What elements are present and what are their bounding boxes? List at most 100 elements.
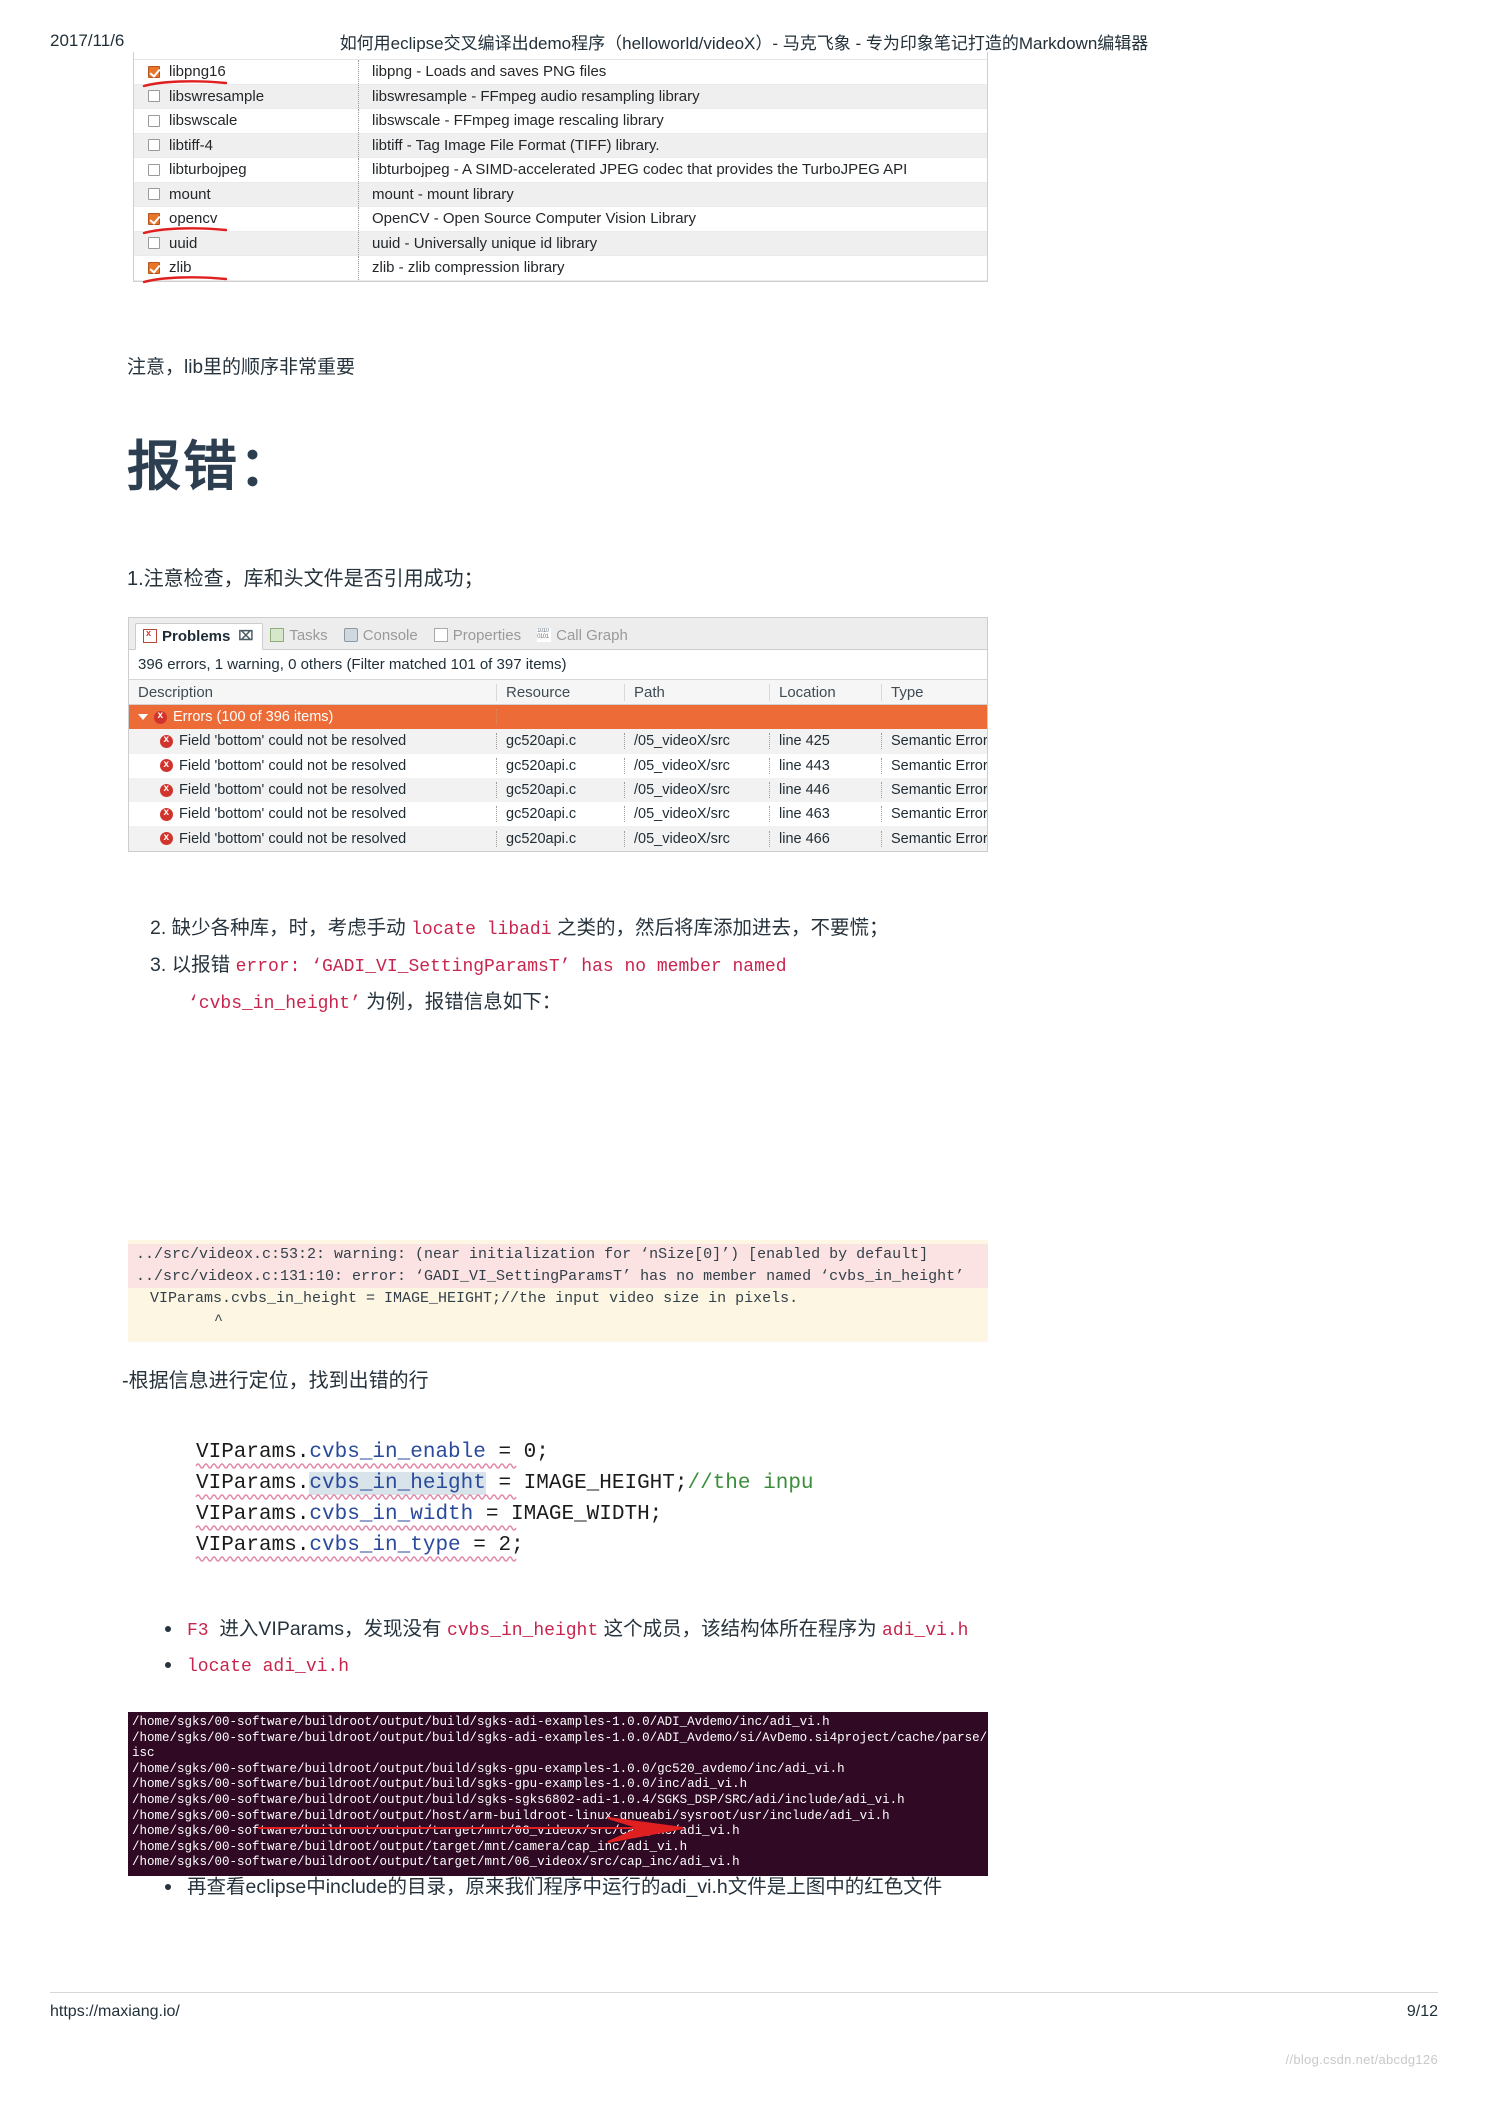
- column-header-description[interactable]: Description: [129, 683, 497, 701]
- column-header-resource[interactable]: Resource: [497, 683, 625, 701]
- problems-group-row[interactable]: Errors (100 of 396 items): [129, 705, 987, 730]
- table-clipped-row: [134, 52, 987, 60]
- problems-table-row[interactable]: Field 'bottom' could not be resolved gc52…: [129, 753, 987, 778]
- checkbox-checked-icon[interactable]: [148, 261, 160, 274]
- library-name-label: libtiff-4: [169, 136, 213, 154]
- code-line: VIParams.cvbs_in_enable = 0;: [195, 1437, 814, 1469]
- compiler-error-block: ../src/videox.c:53:2: warning: (near ini…: [128, 1240, 988, 1342]
- ordered-notes-list: 2. 缺少各种库，时，考虑手动 locate libadi 之类的，然后将库添加…: [150, 912, 1150, 1021]
- problem-resource-cell: gc520api.c: [497, 806, 625, 823]
- problem-path-cell: /05_videoX/src: [625, 806, 770, 823]
- problems-table-row[interactable]: Field 'bottom' could not be resolved gc52…: [129, 729, 987, 754]
- code-object-ref: VIParams.: [196, 1472, 310, 1495]
- library-row[interactable]: zlib zlib - zlib compression library: [134, 256, 987, 283]
- library-name-label: libswscale: [169, 112, 238, 130]
- library-row[interactable]: libturbojpeg libturbojpeg - A SIMD-accele…: [134, 158, 987, 183]
- problems-table-row[interactable]: Field 'bottom' could not be resolved gc52…: [129, 802, 987, 827]
- checkbox-icon[interactable]: [148, 139, 160, 152]
- tab-problems[interactable]: Problems ⌧: [135, 623, 264, 650]
- bullet-locate-code: locate adi_vi.h: [187, 1657, 350, 1677]
- bullet-item-include-dir: 再查看eclipse中include的目录，原来我们程序中运行的adi_vi.h…: [155, 1870, 942, 1899]
- problem-description-cell: Field 'bottom' could not be resolved: [129, 733, 497, 750]
- problem-location-cell: line 446: [770, 782, 882, 799]
- problem-description-cell: Field 'bottom' could not be resolved: [129, 757, 497, 774]
- code-object-ref: VIParams.: [196, 1534, 310, 1557]
- library-row[interactable]: libswscale libswscale - FFmpeg image resc…: [134, 109, 987, 134]
- column-header-path[interactable]: Path: [625, 683, 770, 701]
- code-line: VIParams.cvbs_in_width = IMAGE_WIDTH;: [195, 1499, 814, 1531]
- tab-console[interactable]: Console: [337, 622, 427, 649]
- tab-properties[interactable]: Properties: [427, 622, 530, 649]
- library-row[interactable]: uuid uuid - Universally unique id library: [134, 231, 987, 256]
- library-name-label: uuid: [169, 234, 198, 252]
- problems-table-row[interactable]: Field 'bottom' could not be resolved gc52…: [129, 826, 987, 851]
- checkbox-checked-icon[interactable]: [148, 212, 160, 225]
- problem-type-cell: Semantic Error: [891, 733, 987, 750]
- problem-description-cell: Field 'bottom' could not be resolved: [129, 782, 497, 799]
- list-item-3-text-a: 3. 以报错: [150, 954, 236, 976]
- problem-path-cell: /05_videoX/src: [625, 830, 770, 847]
- problem-type-cell: Semantic Error: [891, 830, 987, 847]
- error-icon: [160, 733, 173, 748]
- problem-resource-cell: gc520api.c: [497, 733, 625, 750]
- checkbox-icon[interactable]: [148, 114, 160, 127]
- library-name-cell: uuid: [134, 231, 359, 255]
- library-row[interactable]: libpng16 libpng - Loads and saves PNG fil…: [134, 60, 987, 87]
- terminal-line: /home/sgks/00-software/buildroot/output/…: [132, 1715, 830, 1729]
- compiler-source-line: VIParams.cvbs_in_height = IMAGE_HEIGHT;/…: [150, 1290, 799, 1307]
- library-description-cell: mount - mount library: [372, 185, 514, 203]
- paragraph-locate-line: -根据信息进行定位，找到出错的行: [122, 1370, 429, 1392]
- footer-divider: [50, 1992, 1438, 1993]
- library-name-label: libpng16: [169, 63, 226, 81]
- list-item-3-code-2: ‘cvbs_in_height’: [188, 994, 361, 1014]
- tasks-icon: [270, 628, 285, 642]
- close-icon[interactable]: ⌧: [238, 628, 253, 644]
- chevron-down-icon[interactable]: [138, 714, 148, 721]
- library-name-label: libturbojpeg: [169, 161, 247, 179]
- problem-resource-cell: gc520api.c: [497, 782, 625, 799]
- source-code-screenshot: VIParams.cvbs_in_enable = 0; VIParams.cvb…: [195, 1437, 814, 1562]
- library-name-cell: opencv: [134, 207, 359, 234]
- library-row[interactable]: libtiff-4 libtiff - Tag Image File Format…: [134, 133, 987, 158]
- column-header-type[interactable]: Type: [882, 684, 987, 701]
- tab-label: Problems: [162, 627, 231, 645]
- library-name-cell: libtiff-4: [134, 133, 359, 157]
- library-row[interactable]: libswresample libswresample - FFmpeg audi…: [134, 84, 987, 109]
- page-footer: https://maxiang.io/ 9/12: [0, 2003, 1488, 2027]
- checkbox-icon[interactable]: [148, 188, 160, 201]
- code-object-ref: VIParams.: [196, 1503, 310, 1526]
- problems-tab-bar: Problems ⌧ Tasks Console Properties 1010 0101…: [129, 618, 987, 650]
- problem-resource-cell: gc520api.c: [497, 830, 625, 847]
- problem-location-cell: line 425: [770, 733, 882, 750]
- error-icon: [160, 806, 173, 821]
- footer-url[interactable]: https://maxiang.io/: [50, 2003, 180, 2021]
- problems-table-row[interactable]: Field 'bottom' could not be resolved gc52…: [129, 777, 987, 803]
- column-header-location[interactable]: Location: [770, 683, 882, 701]
- tab-label: Properties: [452, 626, 522, 644]
- problem-description-cell: Field 'bottom' could not be resolved: [129, 806, 497, 823]
- terminal-line: /home/sgks/00-software/buildroot/output/…: [132, 1792, 905, 1807]
- library-name-cell: libturbojpeg: [134, 158, 359, 182]
- library-name-label: libswresample: [169, 87, 265, 105]
- library-row[interactable]: mount mount - mount library: [134, 182, 987, 207]
- problems-column-headers: Description Resource Path Location Type: [129, 680, 987, 705]
- terminal-line: /home/sgks/00-software/buildroot/output/…: [132, 1824, 740, 1839]
- list-item-3-text-b: 为例，报错信息如下：: [360, 991, 562, 1013]
- tab-call-graph[interactable]: 1010 0101 Call Graph: [530, 622, 637, 649]
- properties-icon: [433, 628, 448, 642]
- tab-tasks[interactable]: Tasks: [263, 622, 336, 649]
- page-header: 2017/11/6 如何用eclipse交叉编译出demo程序（hellowor…: [0, 28, 1488, 54]
- problem-description-label: Field 'bottom' could not be resolved: [179, 757, 407, 774]
- checkbox-icon[interactable]: [148, 90, 160, 103]
- list-item-3-code: error: ‘GADI_VI_SettingParamsT’ has no m…: [235, 957, 787, 977]
- checkbox-icon[interactable]: [148, 237, 160, 250]
- section-heading: 报错：: [127, 437, 295, 497]
- checkbox-checked-icon[interactable]: [148, 65, 160, 78]
- problem-description-label: Field 'bottom' could not be resolved: [179, 733, 407, 750]
- library-selection-table: libpng16 libpng - Loads and saves PNG fil…: [133, 52, 988, 283]
- library-row[interactable]: opencv OpenCV - Open Source Computer Visi…: [134, 207, 987, 234]
- checkbox-icon[interactable]: [148, 163, 160, 176]
- library-order-note: 注意，lib里的顺序非常重要: [127, 357, 356, 378]
- problem-type-cell: Semantic Error: [891, 806, 987, 823]
- terminal-line: isc: [132, 1746, 155, 1761]
